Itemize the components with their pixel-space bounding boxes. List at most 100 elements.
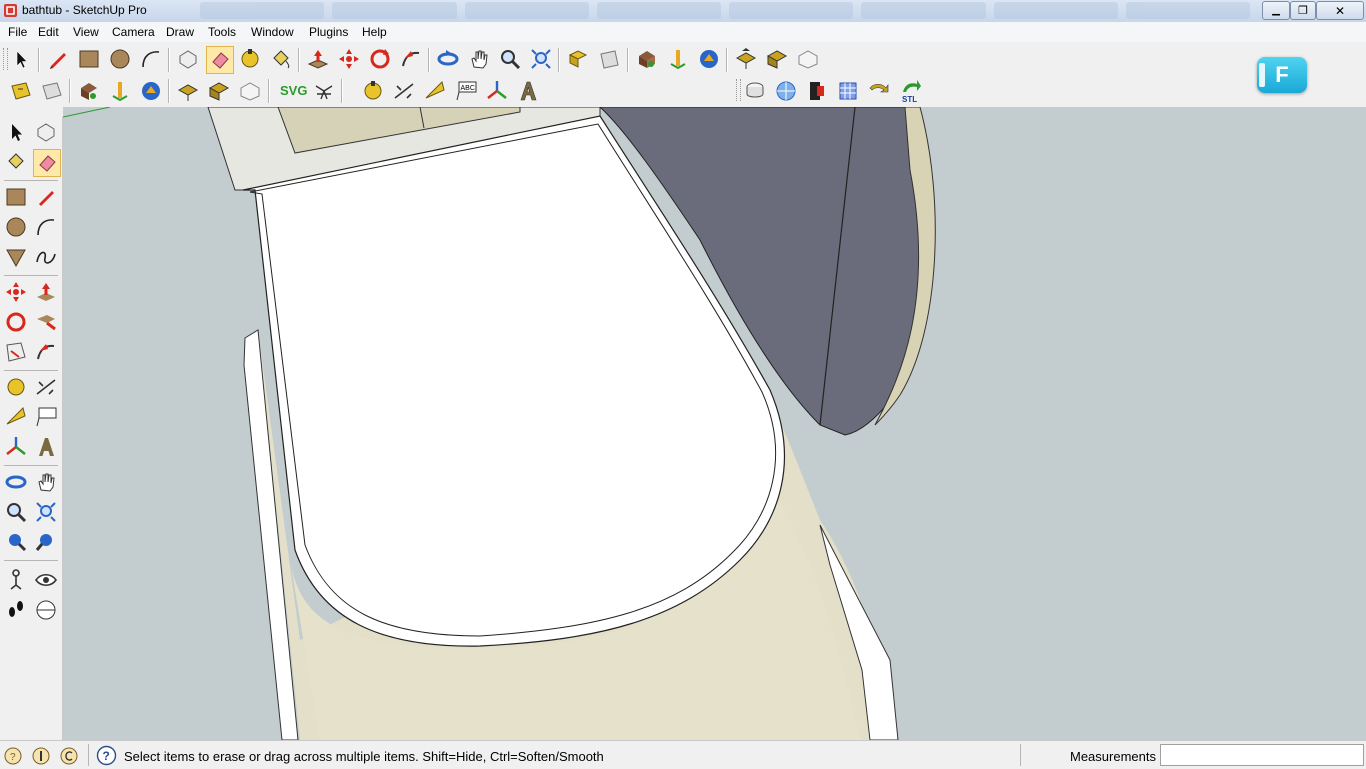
select-arrow-icon[interactable] bbox=[8, 46, 34, 72]
section-plane-icon[interactable] bbox=[8, 78, 34, 104]
minimize-button[interactable]: ▁ bbox=[1262, 1, 1290, 20]
orbit-left-icon[interactable] bbox=[3, 469, 29, 495]
component-options-2-icon[interactable] bbox=[175, 78, 201, 104]
menu-file[interactable]: File bbox=[8, 25, 27, 39]
solid-intersect-icon[interactable] bbox=[773, 78, 799, 104]
zoom-icon[interactable] bbox=[497, 46, 523, 72]
circle-left-icon[interactable] bbox=[3, 214, 29, 240]
arc-left-icon[interactable] bbox=[33, 214, 59, 240]
model-canvas[interactable] bbox=[63, 107, 1366, 740]
3d-text-left-icon[interactable] bbox=[33, 434, 59, 460]
copyright-icon[interactable] bbox=[59, 746, 79, 766]
tape-measure-left-icon[interactable] bbox=[3, 374, 29, 400]
rotate-left-icon[interactable] bbox=[3, 309, 29, 335]
dimension-left-icon[interactable] bbox=[33, 374, 59, 400]
3d-warehouse-2-icon[interactable] bbox=[138, 78, 164, 104]
geo-location-icon[interactable]: ? bbox=[3, 746, 23, 766]
pan-hand-icon[interactable] bbox=[466, 46, 492, 72]
axes-icon[interactable] bbox=[484, 78, 510, 104]
rectangle-icon[interactable] bbox=[76, 46, 102, 72]
menu-view[interactable]: View bbox=[73, 25, 99, 39]
measurements-input[interactable] bbox=[1160, 744, 1364, 766]
stl-export-icon[interactable]: STL bbox=[897, 78, 923, 104]
section-plane-left-icon[interactable] bbox=[33, 597, 59, 623]
paint-bucket-icon[interactable] bbox=[268, 46, 294, 72]
mosquito-plugin-icon[interactable] bbox=[311, 78, 337, 104]
scale-left-icon[interactable] bbox=[33, 309, 59, 335]
zoom-extents-left-icon[interactable] bbox=[3, 529, 29, 555]
menu-draw[interactable]: Draw bbox=[166, 25, 194, 39]
component-outline-icon[interactable] bbox=[795, 46, 821, 72]
follow-me-icon[interactable] bbox=[398, 46, 424, 72]
select-arrow-left-icon[interactable] bbox=[3, 119, 29, 145]
make-component-icon[interactable] bbox=[175, 46, 201, 72]
credits-icon[interactable] bbox=[31, 746, 51, 766]
menu-help[interactable]: Help bbox=[362, 25, 387, 39]
offset-left-icon[interactable] bbox=[3, 339, 29, 365]
zoom-window-left-icon[interactable] bbox=[33, 499, 59, 525]
get-models-2-icon[interactable] bbox=[76, 78, 102, 104]
follow-me-left-icon[interactable] bbox=[33, 339, 59, 365]
menu-tools[interactable]: Tools bbox=[208, 25, 236, 39]
make-component-left-icon[interactable] bbox=[33, 119, 59, 145]
layers-icon[interactable] bbox=[742, 78, 768, 104]
previous-view-icon[interactable] bbox=[565, 46, 591, 72]
protractor-icon[interactable] bbox=[422, 78, 448, 104]
polygon-left-icon[interactable] bbox=[3, 244, 29, 270]
3d-text-icon[interactable] bbox=[515, 78, 541, 104]
toolbar-gripper-2[interactable] bbox=[736, 79, 741, 101]
maximize-button[interactable]: ❐ bbox=[1290, 1, 1316, 20]
tape-measure-icon[interactable] bbox=[237, 46, 263, 72]
freehand-left-icon[interactable] bbox=[33, 244, 59, 270]
tape-measure-2-icon[interactable] bbox=[360, 78, 386, 104]
orbit-icon[interactable] bbox=[435, 46, 461, 72]
component-attributes-icon[interactable] bbox=[764, 46, 790, 72]
position-camera-left-icon[interactable] bbox=[3, 567, 29, 593]
text-left-icon[interactable] bbox=[33, 404, 59, 430]
walk-footprints-icon[interactable] bbox=[3, 597, 29, 623]
dimension-icon[interactable] bbox=[391, 78, 417, 104]
eraser-icon[interactable] bbox=[206, 46, 234, 74]
display-section-icon[interactable] bbox=[39, 78, 65, 104]
zoom-extents-icon[interactable] bbox=[528, 46, 554, 72]
share-model-2-icon[interactable] bbox=[107, 78, 133, 104]
flip-along-icon[interactable] bbox=[866, 78, 892, 104]
component-options-icon[interactable] bbox=[733, 46, 759, 72]
push-pull-icon[interactable] bbox=[305, 46, 331, 72]
menu-camera[interactable]: Camera bbox=[112, 25, 155, 39]
move-left-icon[interactable] bbox=[3, 279, 29, 305]
grid-solid-icon[interactable] bbox=[835, 78, 861, 104]
pan-left-icon[interactable] bbox=[33, 469, 59, 495]
pencil-line-icon[interactable] bbox=[45, 46, 71, 72]
3d-warehouse-icon[interactable] bbox=[696, 46, 722, 72]
component-outline-2-icon[interactable] bbox=[237, 78, 263, 104]
look-around-eye-icon[interactable] bbox=[33, 567, 59, 593]
previous-zoom-left-icon[interactable] bbox=[33, 529, 59, 555]
get-models-icon[interactable] bbox=[634, 46, 660, 72]
menu-edit[interactable]: Edit bbox=[38, 25, 59, 39]
outer-shell-icon[interactable] bbox=[804, 78, 830, 104]
menu-window[interactable]: Window bbox=[251, 25, 294, 39]
zoom-left-icon[interactable] bbox=[3, 499, 29, 525]
model-viewport[interactable] bbox=[63, 107, 1366, 740]
pencil-left-icon[interactable] bbox=[33, 184, 59, 210]
circle-icon[interactable] bbox=[107, 46, 133, 72]
component-attributes-2-icon[interactable] bbox=[206, 78, 232, 104]
rectangle-left-icon[interactable] bbox=[3, 184, 29, 210]
svg-export-button[interactable]: SVG bbox=[280, 83, 307, 98]
help-question-icon[interactable]: ? bbox=[96, 745, 117, 766]
protractor-left-icon[interactable] bbox=[3, 404, 29, 430]
axes-left-icon[interactable] bbox=[3, 434, 29, 460]
push-pull-left-icon[interactable] bbox=[33, 279, 59, 305]
toolbar-row-2: SVG ABC STL bbox=[0, 75, 1366, 106]
rotate-icon[interactable] bbox=[367, 46, 393, 72]
paint-bucket-left-icon[interactable] bbox=[3, 149, 29, 175]
share-model-icon[interactable] bbox=[665, 46, 691, 72]
eraser-left-icon[interactable] bbox=[33, 149, 61, 177]
menu-plugins[interactable]: Plugins bbox=[309, 25, 348, 39]
arc-icon[interactable] bbox=[138, 46, 164, 72]
close-button[interactable]: ✕ bbox=[1316, 1, 1364, 20]
move-icon[interactable] bbox=[336, 46, 362, 72]
text-tool-icon[interactable]: ABC bbox=[453, 78, 479, 104]
next-view-icon[interactable] bbox=[596, 46, 622, 72]
